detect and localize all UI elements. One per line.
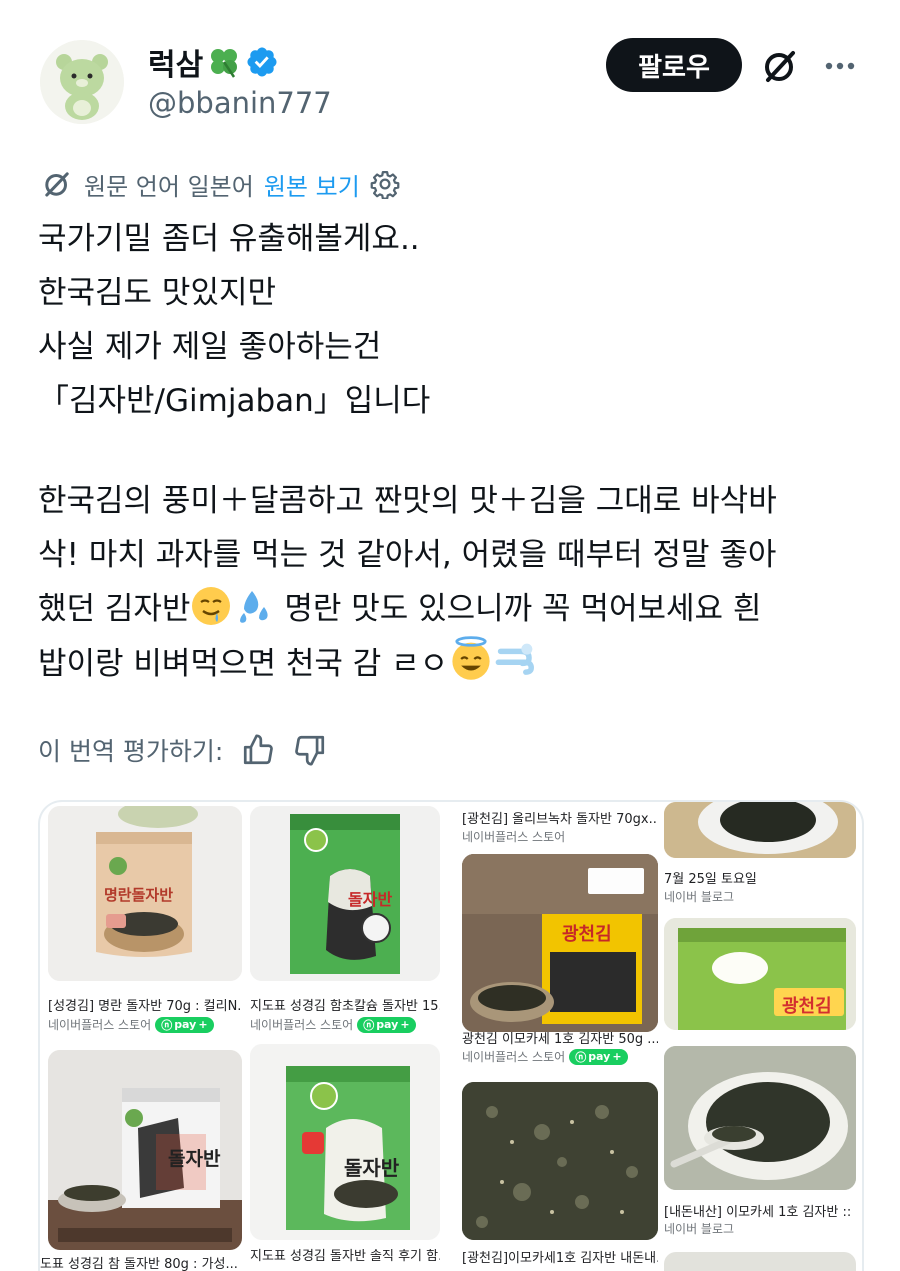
result-source: 네이버플러스 스토어 <box>462 828 565 845</box>
product-image[interactable]: 광천김 <box>462 854 658 1032</box>
dashing-away-emoji-icon <box>495 643 535 675</box>
result-source-text: 네이버플러스 스토어 <box>462 830 566 844</box>
result-caption[interactable]: [광천김] 올리브녹차 돌자반 70gx... <box>462 808 658 827</box>
result-caption[interactable]: 지도표 성경김 함초칼슘 돌자반 15... <box>250 995 440 1014</box>
result-caption[interactable]: [광천김]이모카세1호 김자반 내돈내... <box>462 1247 658 1266</box>
npay-label: pay <box>174 1018 197 1031</box>
result-caption[interactable]: [성경김] 명란 돌자반 70g : 컬리N... <box>48 995 242 1014</box>
product-image[interactable] <box>664 802 856 858</box>
media-image[interactable]: 명란돌자반 [성경김] 명란 돌자반 70g : 컬리N... 네이버플러스 스… <box>38 800 864 1271</box>
npay-badge: ⓝ pay + <box>357 1016 416 1033</box>
grok-icon <box>765 51 795 82</box>
tweet-line: 사실 제가 제일 좋아하는건 <box>38 329 382 365</box>
product-image[interactable]: 광천김 <box>664 918 856 1030</box>
product-image[interactable] <box>664 1252 856 1271</box>
tweet-line: 밥이랑 비벼먹으면 천국 감 ㄹㅇ <box>38 636 868 690</box>
npay-badge: ⓝ pay + <box>569 1048 628 1065</box>
npay-label: pay <box>588 1050 611 1063</box>
result-source: 네이버 블로그 <box>664 888 734 905</box>
halo-face-emoji-icon <box>452 636 490 680</box>
package-text: 광천김 <box>562 924 612 945</box>
show-original-link[interactable]: 원본 보기 <box>264 167 360 202</box>
result-caption[interactable]: 광천김 이모카세 1호 김자반 50g ... <box>462 1028 658 1047</box>
translation-bar: 원문 언어 일본어 원본 보기 <box>40 166 400 202</box>
drooling-face-emoji-icon <box>192 587 231 625</box>
npay-label: pay <box>376 1018 399 1031</box>
result-source-text: 네이버플러스 스토어 <box>250 1018 354 1032</box>
result-source-text: 네이버플러스 스토어 <box>462 1050 566 1064</box>
gimjaban-spoon-image <box>664 1046 856 1190</box>
gwangcheon-pouch-image <box>462 854 658 1032</box>
result-source: 네이버플러스 스토어 ⓝ pay + <box>462 1048 628 1065</box>
follow-button[interactable]: 팔로우 <box>606 38 742 92</box>
thumbs-down-icon[interactable] <box>293 733 327 767</box>
product-image[interactable] <box>462 1082 658 1240</box>
bear-avatar-image <box>40 40 124 124</box>
grok-translate-icon <box>45 172 69 197</box>
product-image[interactable]: 돌자반 <box>48 1050 242 1250</box>
package-text: 돌자반 <box>168 1148 221 1170</box>
sweat-droplets-emoji-icon <box>240 591 269 623</box>
product-image[interactable] <box>664 1046 856 1190</box>
package-text: 명란돌자반 <box>104 886 174 904</box>
more-button[interactable] <box>818 44 862 88</box>
tweet-line: 한국김의 풍미＋달콤하고 짠맛의 맛＋김을 그대로 바삭바 <box>38 483 777 519</box>
verified-badge-icon <box>247 47 277 77</box>
result-caption[interactable]: 지도표 성경김 돌자반 솔직 후기 함... <box>250 1245 440 1264</box>
more-icon <box>825 62 855 70</box>
result-source: 네이버플러스 스토어 ⓝ pay + <box>250 1016 416 1033</box>
result-source: 네이버 블로그 <box>664 1220 734 1237</box>
product-image[interactable]: 명란돌자반 <box>48 806 242 981</box>
thumbs-up-icon[interactable] <box>241 733 275 767</box>
gear-icon[interactable] <box>370 169 400 199</box>
grok-button[interactable] <box>758 44 802 88</box>
tweet-line: 한국김도 맛있지만 <box>38 275 277 311</box>
user-handle[interactable]: @bbanin777 <box>148 86 332 120</box>
result-source: 네이버플러스 스토어 ⓝ pay + <box>48 1016 214 1033</box>
tweet-line-part: 했던 김자반 <box>38 591 191 627</box>
bowl-topdown-image <box>664 802 856 858</box>
tweet-text: 국가기밀 좀더 유출해볼게요.. 한국김도 맛있지만 사실 제가 제일 좋아하는… <box>38 212 868 690</box>
package-text: 광천김 <box>782 996 832 1017</box>
result-source-text: 네이버 블로그 <box>664 890 735 904</box>
doljaban-green-pouch-image <box>250 1044 440 1240</box>
hamcho-doljaban-pouch-image <box>250 806 440 981</box>
tweet-line: 했던 김자반 명란 맛도 있으니까 꼭 먹어보세요 흰 <box>38 582 868 636</box>
gimjaban-closeup-image <box>462 1082 658 1240</box>
name-row: 럭삼 <box>148 40 279 84</box>
result-caption[interactable]: 지도표 성경김 참 돌자반 80g : 가성... <box>40 1253 242 1271</box>
rate-translation-label: 이 번역 평가하기: <box>38 737 224 766</box>
tweet-line: 국가기밀 좀더 유출해볼게요.. <box>38 221 420 257</box>
display-name[interactable]: 럭삼 <box>148 40 203 84</box>
product-image[interactable]: 돌자반 <box>250 1044 440 1240</box>
result-caption[interactable]: [내돈내산] 이모카세 1호 김자반 :: ... <box>664 1201 856 1220</box>
tweet-line-part: 밥이랑 비벼먹으면 천국 감 ㄹㅇ <box>38 646 449 682</box>
translation-source-text: 원문 언어 일본어 <box>84 172 254 201</box>
tweet-line: 「김자반/Gimjaban」입니다 <box>38 383 431 419</box>
product-image[interactable]: 돌자반 <box>250 806 440 981</box>
result-source-text: 네이버 블로그 <box>664 1222 735 1236</box>
package-text: 돌자반 <box>344 1156 400 1180</box>
rate-translation: 이 번역 평가하기: <box>38 728 327 772</box>
tweet-line-part: 명란 맛도 있으니까 꼭 먹어보세요 흰 <box>274 591 762 627</box>
result-source-text: 네이버플러스 스토어 <box>48 1018 152 1032</box>
npay-badge: ⓝ pay + <box>155 1016 214 1033</box>
tweet-line: 삭! 마치 과자를 먹는 것 같아서, 어렸을 때부터 정말 좋아 <box>38 537 777 573</box>
package-text: 돌자반 <box>348 890 393 909</box>
clover-icon <box>211 49 238 78</box>
result-caption[interactable]: 7월 25일 토요일 <box>664 868 856 887</box>
avatar[interactable] <box>40 40 124 124</box>
